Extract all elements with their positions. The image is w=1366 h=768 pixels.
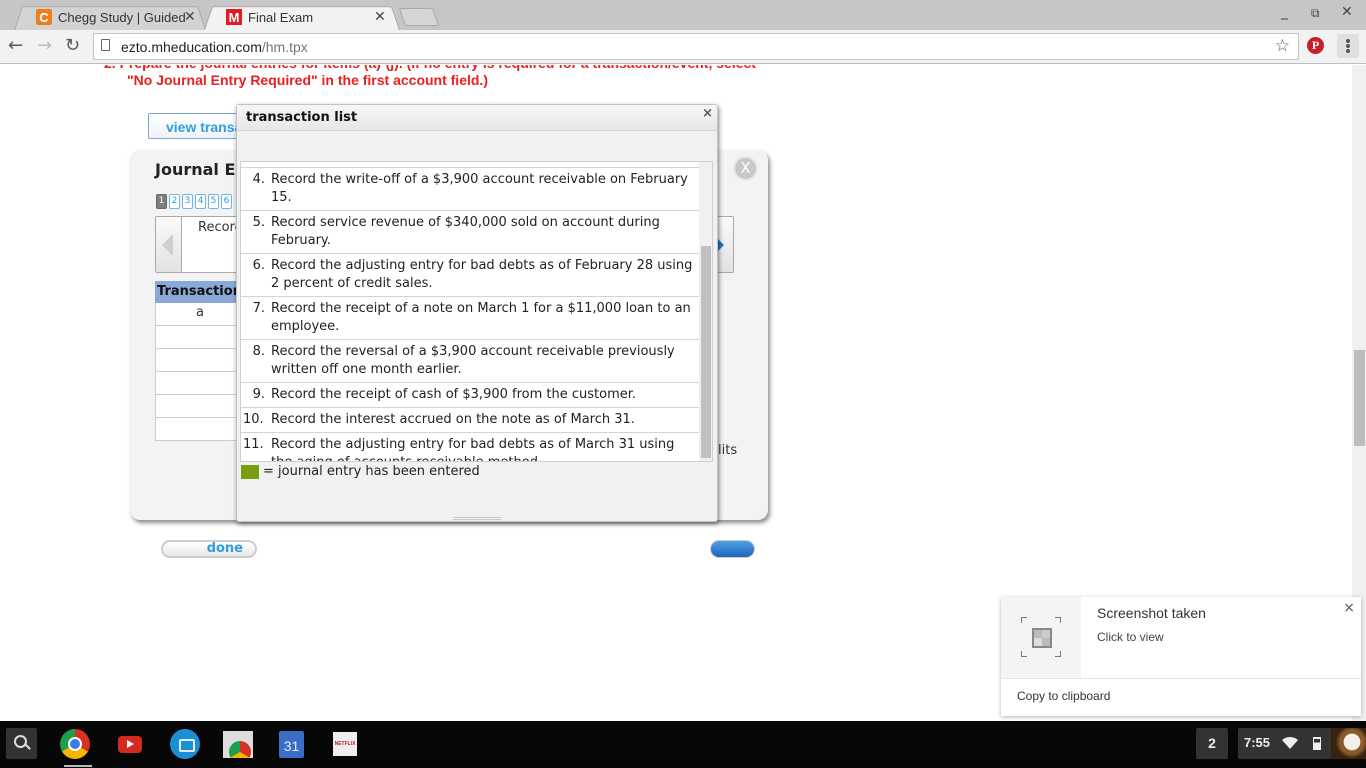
notification-subtitle[interactable]: Click to view [1097,630,1164,644]
youtube-app-icon[interactable] [118,736,142,753]
clock: 7:55 [1244,735,1271,750]
table-row[interactable] [155,372,245,395]
table-row[interactable] [155,326,245,349]
battery-icon [1313,737,1321,750]
notification-title: Screenshot taken [1097,605,1206,621]
resize-grip-icon[interactable] [453,517,501,520]
wifi-icon [1282,736,1298,749]
chrome-running-indicator [64,765,92,767]
instruction-text-cut: 2. Prepare the journal entries for items… [104,65,756,71]
window-close-icon[interactable]: ✕ [1341,4,1353,20]
system-shelf: 31 NETFLIX 2 7:55 [0,721,1366,768]
close-tab-icon[interactable]: ✕ [184,8,196,25]
notification-count-badge[interactable]: 2 [1196,728,1228,759]
launcher-search-icon[interactable] [6,728,37,759]
netflix-app-icon[interactable]: NETFLIX [333,732,357,756]
table-row[interactable] [155,349,245,372]
list-item[interactable]: 11. Record the adjusting entry for bad de… [241,433,699,461]
browser-toolbar: ← → ↻ ezto.mheducation.com/hm.tpx ☆ [0,30,1366,64]
credits-label-fragment: lits [718,443,738,458]
list-item[interactable]: 5. Record service revenue of $340,000 sol… [241,211,699,254]
status-tray[interactable]: 7:55 [1238,728,1366,759]
list-item[interactable]: 9. Record the receipt of cash of $3,900 f… [241,383,699,408]
close-tab-icon[interactable]: ✕ [374,8,386,25]
address-bar[interactable]: ezto.mheducation.com/hm.tpx ☆ [93,33,1299,60]
mcgraw-hill-favicon-icon: M [226,9,242,25]
calendar-app-icon[interactable]: 31 [279,731,304,758]
worksheet-pagination: 1 2 3 4 5 6 [156,194,232,209]
dialog-close-icon[interactable]: × [702,106,713,121]
new-tab-button[interactable] [398,8,440,26]
list-item[interactable]: 4. Record the write-off of a $3,900 accou… [241,168,699,211]
previous-transaction-button[interactable] [156,217,182,272]
user-avatar [1331,728,1366,759]
list-item[interactable]: 7. Record the receipt of a note on March … [241,297,699,340]
page-icon [101,39,110,51]
view-general-journal-button[interactable] [710,540,755,558]
screenshot-icon [1001,597,1081,678]
url-text: ezto.mheducation.com/hm.tpx [121,39,308,55]
web-store-app-icon[interactable] [223,731,253,758]
done-button[interactable]: done [161,540,257,558]
list-item[interactable]: 6. Record the adjusting entry for bad deb… [241,254,699,297]
bookmark-star-icon[interactable]: ☆ [1275,36,1290,56]
list-item[interactable]: 10. Record the interest accrued on the no… [241,408,699,433]
back-icon[interactable]: ← [8,35,23,56]
chrome-app-icon[interactable] [60,729,90,759]
page-6-button[interactable]: 6 [221,194,232,209]
page-3-button[interactable]: 3 [182,194,193,209]
table-row[interactable]: a [155,303,245,326]
dialog-header[interactable]: transaction list × [237,105,717,131]
instruction-text: "No Journal Entry Required" in the first… [127,72,488,88]
scrollbar-thumb[interactable] [701,246,711,458]
camera-app-icon[interactable] [170,729,200,759]
journal-table: Transaction a [155,281,245,441]
tab-title: Final Exam [248,9,314,25]
minimize-icon[interactable]: _ [1281,4,1288,20]
divider [1001,678,1361,679]
screenshot-notification[interactable]: Screenshot taken Click to view × Copy to… [1001,597,1361,716]
legend: = journal entry has been entered [241,464,480,479]
worksheet-close-button[interactable]: X [733,156,758,181]
list-scrollbar[interactable] [699,162,712,461]
page-4-button[interactable]: 4 [195,194,206,209]
entered-color-swatch [241,464,259,479]
notification-close-icon[interactable]: × [1343,600,1355,616]
table-row[interactable] [155,395,245,418]
page-2-button[interactable]: 2 [169,194,180,209]
list-item: receivables on February 1. [241,162,699,168]
list-item[interactable]: 8. Record the reversal of a $3,900 accoun… [241,340,699,383]
transaction-list-dialog: transaction list × receivables on Februa… [236,104,718,522]
page-scrollbar-thumb[interactable] [1354,350,1365,446]
chegg-favicon-icon: C [36,9,52,25]
transaction-column-header: Transaction [155,281,245,303]
page-5-button[interactable]: 5 [208,194,219,209]
table-row[interactable] [155,418,245,441]
restore-icon[interactable]: ⧉ [1311,6,1320,21]
pinterest-extension-icon[interactable]: P [1307,37,1324,54]
chrome-menu-button[interactable] [1337,34,1359,58]
copy-to-clipboard-button[interactable]: Copy to clipboard [1017,689,1110,703]
transaction-list: receivables on February 1. 4.Record the … [240,161,713,462]
tab-title: Chegg Study | Guided So [58,9,190,25]
page-1-button[interactable]: 1 [156,194,167,209]
legend-text: = journal entry has been entered [263,464,480,479]
tab-final-exam[interactable]: M Final Exam ✕ [204,4,400,30]
tab-strip: C Chegg Study | Guided So ✕ M Final Exam… [0,0,1366,30]
dialog-title: transaction list [246,110,358,125]
forward-icon[interactable]: → [37,35,52,56]
reload-icon[interactable]: ↻ [65,35,80,56]
tab-chegg[interactable]: C Chegg Study | Guided So ✕ [14,4,206,30]
